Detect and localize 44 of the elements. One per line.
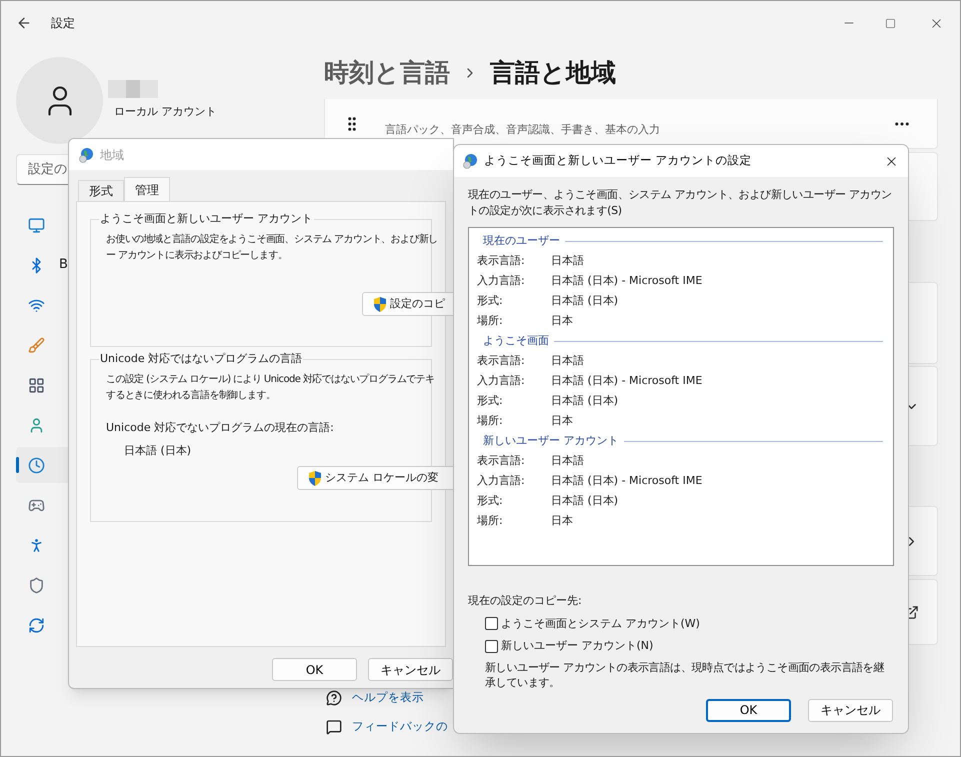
group-text: ー アカウントに表示およびコピーします。 (106, 248, 288, 263)
setting-value: 日本語 (日本) (551, 392, 618, 409)
setting-label: 入力言語: (477, 472, 526, 489)
setting-label: 場所: (477, 512, 504, 529)
setting-value: 日本語 (日本) (551, 492, 618, 509)
setting-value: 日本 (551, 412, 573, 429)
section-title: 新しいユーザー アカウント (483, 432, 618, 449)
setting-value: 日本語 (日本) - Microsoft IME (551, 272, 702, 289)
setting-label: 場所: (477, 312, 504, 329)
account-type: ローカル アカウント (114, 104, 216, 120)
setting-value: 日本 (551, 512, 573, 529)
setting-label: 表示言語: (477, 352, 526, 369)
window-title: 設定 (51, 15, 75, 32)
setting-value: 日本語 (日本) - Microsoft IME (551, 372, 702, 389)
setting-label: 場所: (477, 412, 504, 429)
group-text: お使いの地域と言語の設定をようこそ画面、システム アカウント、および新し (106, 232, 438, 247)
dialog-note: 新しいユーザー アカウントの表示言語は、現時点ではようこそ画面の表示言語を継承しています。 (485, 660, 886, 690)
page-title: 言語と地域 (490, 57, 616, 90)
group-text: するときに使われる言語を制御します。 (106, 388, 276, 403)
dialog-title: ようこそ画面と新しいユーザー アカウントの設定 (484, 152, 752, 170)
section-title: ようこそ画面 (483, 332, 549, 349)
setting-label: 形式: (477, 492, 504, 509)
setting-value: 日本語 (日本) (551, 292, 618, 309)
setting-label: 表示言語: (477, 252, 526, 269)
group-text: この設定 (システム ロケール) により Unicode 対応ではないプログラムでテキ (106, 372, 434, 387)
copy-label: 現在の設定のコピー先: (468, 593, 583, 609)
language-description: 言語パック、音声合成、音声認識、手書き、基本の入力 (385, 122, 660, 138)
dialog-title: 地域 (100, 146, 124, 164)
current-locale-value: 日本語 (日本) (124, 442, 192, 458)
setting-label: 入力言語: (477, 372, 526, 389)
group-title: ようこそ画面と新しいユーザー アカウント (99, 211, 314, 228)
sidebar-label: B (59, 256, 68, 274)
setting-value: 日本 (551, 312, 573, 329)
section-title: 現在のユーザー (483, 232, 560, 249)
current-locale-label: Unicode 対応でないプログラムの現在の言語: (106, 420, 335, 436)
setting-label: 入力言語: (477, 272, 526, 289)
setting-value: 日本語 (551, 352, 584, 369)
setting-value: 日本語 (日本) - Microsoft IME (551, 472, 702, 489)
setting-label: 形式: (477, 292, 504, 309)
setting-label: 形式: (477, 392, 504, 409)
setting-label: 表示言語: (477, 452, 526, 469)
setting-value: 日本語 (551, 252, 584, 269)
dialog-description: 現在のユーザー、ようこそ画面、システム アカウント、および新しいユーザー アカウントの設定が次に表示されます(S) (468, 187, 893, 219)
setting-value: 日本語 (551, 452, 584, 469)
